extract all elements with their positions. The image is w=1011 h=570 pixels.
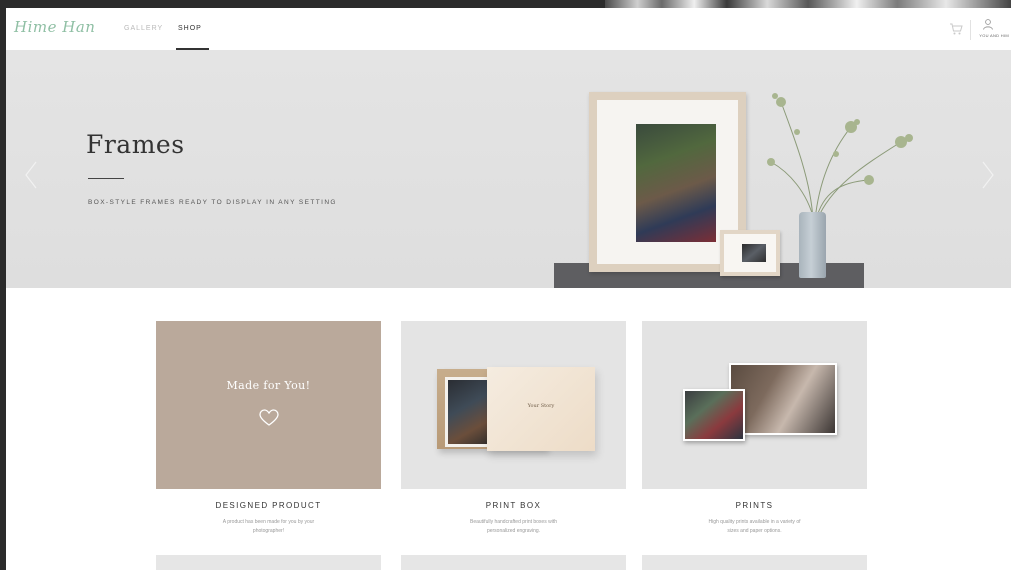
shop-window: Hime Han GALLERY SHOP YOU AND HIM Frames… [6, 8, 1011, 570]
chevron-right-icon[interactable] [981, 160, 995, 190]
hero-title: Frames [86, 130, 185, 159]
designed-product-tile[interactable]: Made for You! [156, 321, 381, 489]
print-box-title[interactable]: PRINT BOX [401, 501, 626, 510]
user-icon[interactable] [982, 18, 994, 30]
prints-title[interactable]: PRINTS [642, 501, 867, 510]
prints-desc-line2: sizes and paper options. [727, 528, 782, 534]
small-frame-mat [724, 234, 776, 272]
frame-photo [636, 124, 716, 242]
print-box-desc-line1: Beautifully handcrafted print boxes with [470, 519, 557, 525]
designed-product-desc-line1: A product has been made for you by your [222, 519, 315, 525]
frame-mat [597, 100, 738, 264]
user-label[interactable]: YOU AND HIM [979, 33, 1009, 38]
cart-icon[interactable] [949, 22, 963, 36]
prints-description: High quality prints available in a varie… [642, 518, 867, 536]
print-box-description: Beautifully handcrafted print boxes with… [401, 518, 626, 536]
small-frame-image [720, 230, 780, 276]
site-header: Hime Han GALLERY SHOP YOU AND HIM [6, 8, 1011, 50]
print-box-lid-text: Your Story [527, 403, 555, 409]
prints-desc-line1: High quality prints available in a varie… [708, 519, 801, 525]
print-box-desc-line2: personalized engraving. [486, 528, 541, 534]
small-frame-photo [742, 244, 766, 262]
heart-icon [259, 409, 279, 426]
designed-product-title[interactable]: DESIGNED PRODUCT [156, 501, 381, 510]
next-row-tile[interactable] [401, 555, 626, 570]
chevron-left-icon[interactable] [24, 160, 38, 190]
nav-shop[interactable]: SHOP [178, 25, 202, 32]
next-row-tile[interactable] [156, 555, 381, 570]
flowers-image [767, 93, 913, 221]
print-box-lid-image: Your Story [487, 367, 595, 451]
prints-tile[interactable] [642, 321, 867, 489]
hero-subtitle: BOX-STYLE FRAMES READY TO DISPLAY IN ANY… [88, 199, 337, 206]
hero-divider [88, 178, 124, 179]
print-box-tile[interactable]: Your Story [401, 321, 626, 489]
tile-made-for-you-text: Made for You! [226, 379, 311, 392]
site-logo[interactable]: Hime Han [14, 18, 95, 36]
designed-product-description: A product has been made for you by your … [156, 518, 381, 536]
designed-product-desc-line2: photographer! [252, 528, 285, 534]
header-divider [970, 20, 971, 40]
next-row-tile[interactable] [642, 555, 867, 570]
nav-gallery[interactable]: GALLERY [124, 25, 163, 32]
hero-banner: Frames BOX-STYLE FRAMES READY TO DISPLAY… [6, 50, 1011, 288]
print-photo-front [683, 389, 745, 441]
vase-image [799, 212, 826, 278]
print-photo-back [729, 363, 837, 435]
